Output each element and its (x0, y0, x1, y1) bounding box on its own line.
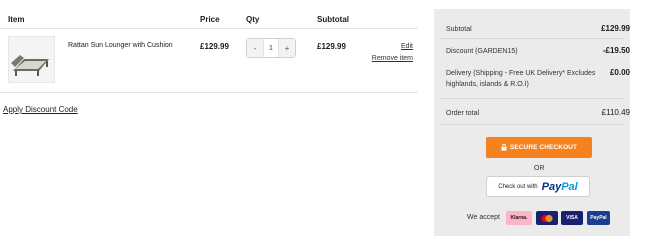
summary-divider (440, 98, 624, 99)
order-summary-panel (434, 9, 630, 236)
secure-checkout-button[interactable]: SECURE CHECKOUT (486, 137, 592, 158)
order-total-label: Order total (446, 110, 480, 117)
summary-divider (440, 38, 624, 39)
row-subtotal: £129.99 (317, 42, 346, 51)
quantity-stepper[interactable]: - 1 + (246, 38, 296, 58)
klarna-badge: Klarna. (506, 211, 532, 225)
summary-divider (440, 124, 624, 125)
row-divider (0, 92, 418, 93)
summary-delivery-label: Delivery (Shipping - Free UK Delivery* E… (446, 70, 596, 88)
summary-subtotal-label: Subtotal (446, 26, 472, 33)
we-accept-label: We accept (467, 214, 500, 221)
lock-icon (501, 144, 507, 151)
paypal-checkout-button[interactable]: Check out with PayPal (486, 176, 590, 197)
paypal-badge: PayPal (587, 211, 610, 225)
summary-delivery-value: £0.00 (609, 68, 630, 77)
summary-discount-label: Discount (GARDEN15) (446, 48, 518, 55)
order-total-value: £110.49 (601, 108, 630, 117)
summary-subtotal-value: £129.99 (601, 24, 630, 33)
header-item: Item (8, 15, 25, 24)
visa-badge: VISA (561, 211, 583, 225)
product-price: £129.99 (200, 42, 229, 51)
apply-discount-link[interactable]: Apply Discount Code (3, 105, 78, 114)
qty-input[interactable]: 1 (263, 39, 279, 57)
paypal-prefix-label: Check out with (498, 183, 538, 190)
header-price: Price (200, 15, 220, 24)
header-qty: Qty (246, 15, 260, 24)
or-separator: OR (534, 165, 545, 172)
header-divider (0, 28, 418, 29)
mastercard-badge (536, 211, 558, 225)
sun-lounger-image (9, 37, 54, 82)
product-name[interactable]: Rattan Sun Lounger with Cushion (68, 42, 173, 49)
paypal-logo: PayPal (541, 180, 578, 193)
qty-increase-button[interactable]: + (279, 39, 295, 57)
remove-item-link[interactable]: Remove item (372, 55, 413, 62)
edit-link[interactable]: Edit (401, 43, 413, 50)
mastercard-icon (541, 214, 553, 222)
summary-discount-value: -£19.50 (602, 46, 630, 55)
header-subtotal: Subtotal (317, 15, 349, 24)
product-thumbnail[interactable] (8, 36, 55, 83)
secure-checkout-label: SECURE CHECKOUT (509, 144, 578, 151)
qty-decrease-button[interactable]: - (247, 39, 263, 57)
